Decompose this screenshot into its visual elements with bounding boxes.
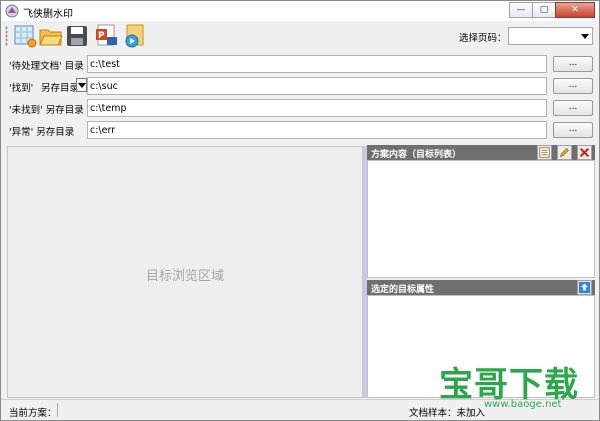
maximize-button[interactable]: ▢: [532, 2, 556, 18]
preview-area[interactable]: 目标浏览区域: [7, 146, 363, 398]
list-icon[interactable]: [537, 145, 552, 160]
toolbar: P 选择页码：: [1, 22, 599, 50]
close-button[interactable]: ✕: [555, 2, 595, 18]
found-dir-option-select[interactable]: 另存目录: [41, 80, 79, 94]
window-title: 飞侠删水印: [23, 9, 73, 20]
error-dir-browse-button[interactable]: ...: [553, 122, 593, 138]
found-dir-browse-button[interactable]: ...: [553, 78, 593, 94]
page-select-label: 选择页码：: [459, 33, 507, 44]
app-logo-icon: [5, 4, 19, 18]
app-window: 飞侠删水印 — ▢ ✕ P 选择页码： '待处理文档' 目录 c:\test .…: [0, 0, 600, 421]
notfound-dir-label: '未找到' 另存目录: [9, 105, 84, 116]
error-dir-row: '异常' 另存目录 c:\err ...: [1, 120, 599, 140]
save-icon[interactable]: [65, 24, 89, 48]
error-dir-label: '异常' 另存目录: [9, 127, 75, 138]
notfound-dir-row: '未找到' 另存目录 c:\temp ...: [1, 98, 599, 118]
pending-dir-input[interactable]: c:\test: [87, 55, 547, 73]
open-folder-icon[interactable]: [39, 24, 63, 48]
chevron-down-icon: [581, 34, 589, 39]
scheme-panel-header: 方案内容（目标列表）: [367, 145, 595, 160]
powerpoint-process-icon[interactable]: P: [95, 24, 119, 48]
notfound-dir-browse-button[interactable]: ...: [553, 100, 593, 116]
page-select[interactable]: [508, 27, 593, 45]
toolbar-grip[interactable]: [5, 26, 8, 46]
props-panel-header: 选定的目标属性: [367, 280, 595, 295]
preview-placeholder: 目标浏览区域: [145, 269, 224, 284]
found-dir-input[interactable]: c:\suc: [87, 77, 547, 95]
error-dir-input[interactable]: c:\err: [87, 121, 547, 139]
notfound-dir-input[interactable]: c:\temp: [87, 99, 547, 117]
upload-icon[interactable]: [577, 280, 592, 295]
delete-icon[interactable]: [577, 145, 592, 160]
scheme-panel-title: 方案内容（目标列表）: [371, 150, 462, 160]
svg-text:P: P: [98, 31, 105, 41]
minimize-button[interactable]: —: [509, 2, 533, 18]
current-scheme-label: 当前方案：: [9, 408, 57, 419]
found-dir-label: '找到': [9, 83, 34, 94]
site-watermark-url: www.baoge.net: [484, 399, 562, 410]
found-dir-row: '找到' 另存目录 c:\suc ...: [1, 76, 599, 96]
found-dir-option-dropdown[interactable]: [76, 78, 87, 92]
new-scheme-icon[interactable]: [13, 24, 37, 48]
pending-dir-label: '待处理文档' 目录*: [9, 58, 92, 72]
document-sample-status: 文档样本：未加入: [409, 408, 486, 419]
scheme-target-list[interactable]: [367, 160, 595, 278]
props-panel-title: 选定的目标属性: [371, 285, 435, 295]
pending-dir-browse-button[interactable]: ...: [553, 56, 593, 72]
title-bar: 飞侠删水印 — ▢ ✕: [1, 1, 599, 21]
run-batch-icon[interactable]: [123, 24, 147, 48]
edit-icon[interactable]: [557, 145, 572, 160]
status-divider: [57, 403, 58, 417]
pending-dir-row: '待处理文档' 目录* c:\test ...: [1, 54, 599, 74]
